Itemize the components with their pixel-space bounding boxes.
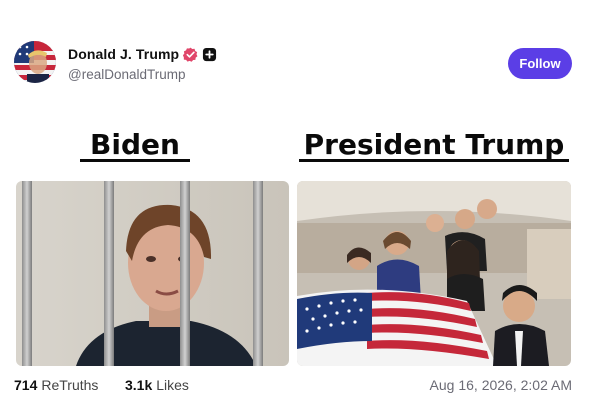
meme-right-photo <box>297 181 571 366</box>
likes-label: Likes <box>156 377 189 393</box>
display-name-row: Donald J. Trump <box>68 44 217 64</box>
meme-left-photo <box>16 181 289 366</box>
display-name[interactable]: Donald J. Trump <box>68 46 179 62</box>
title-underline <box>80 159 190 162</box>
post-footer: 714 ReTruths 3.1k Likes Aug 16, 2026, 2:… <box>14 377 580 397</box>
likes-stat[interactable]: 3.1k Likes <box>125 377 189 393</box>
follow-button[interactable]: Follow <box>508 48 572 79</box>
verified-badge-icon <box>183 47 198 62</box>
meme-left-title: Biden <box>80 128 190 162</box>
author-names: Donald J. Trump @realDonaldTrump <box>68 44 217 82</box>
retruths-stat[interactable]: 714 ReTruths <box>14 377 98 393</box>
retruths-label: ReTruths <box>41 377 99 393</box>
meme-right-title: President Trump <box>299 128 569 162</box>
retruths-count: 714 <box>14 377 38 393</box>
meme-right-title-text: President Trump <box>303 128 565 161</box>
avatar-image <box>14 41 56 83</box>
post-media[interactable]: Biden President Trump <box>14 128 573 368</box>
plus-badge-icon <box>202 47 217 62</box>
post-timestamp[interactable]: Aug 16, 2026, 2:02 AM <box>430 377 572 393</box>
title-underline <box>299 159 569 162</box>
likes-count: 3.1k <box>125 377 153 393</box>
avatar[interactable] <box>14 41 56 83</box>
post-header: Donald J. Trump @realDonaldTrump Follow <box>14 40 580 88</box>
meme-left-title-text: Biden <box>90 128 180 161</box>
truth-post: Donald J. Trump @realDonaldTrump Follow <box>0 0 595 411</box>
author-handle[interactable]: @realDonaldTrump <box>68 67 217 82</box>
